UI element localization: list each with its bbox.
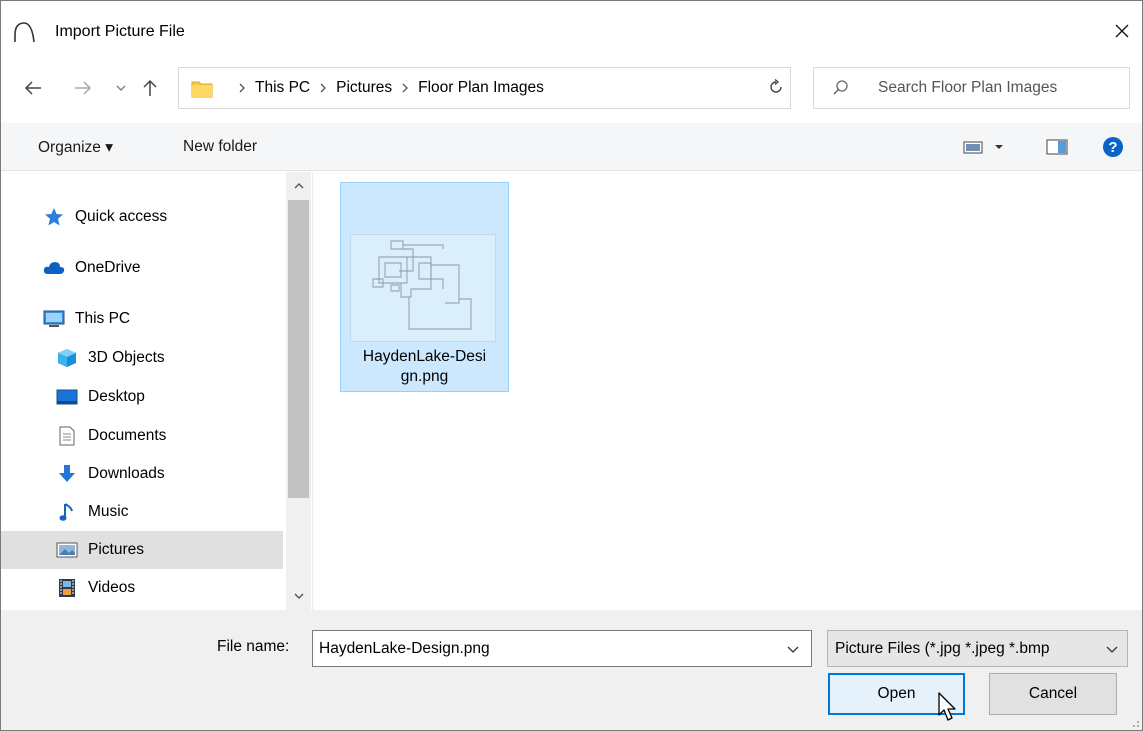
recent-locations-button[interactable] — [109, 75, 133, 101]
close-button[interactable] — [1102, 11, 1142, 51]
arrow-left-icon — [24, 81, 41, 95]
arc-icon — [14, 22, 35, 43]
scrollbar-thumb[interactable] — [288, 200, 309, 498]
mouse-pointer-icon — [938, 692, 956, 721]
breadcrumb-floor-plan-images[interactable]: Floor Plan Images — [418, 79, 544, 97]
chevron-down-icon — [116, 85, 126, 91]
sidebar-item-label: Desktop — [88, 388, 145, 405]
file-type-value: Picture Files (*.jpg *.jpeg *.bmp — [835, 640, 1050, 657]
sidebar-item-label: Downloads — [88, 465, 165, 482]
file-name-label: HaydenLake-Desi gn.png — [341, 347, 508, 387]
music-note-icon — [56, 502, 78, 522]
download-icon — [56, 464, 78, 484]
sidebar-item-onedrive[interactable]: OneDrive — [1, 249, 283, 287]
chevron-down-icon — [787, 646, 799, 653]
address-row: This PC Pictures Floor Plan Images Searc… — [1, 61, 1142, 116]
navigation-pane: Quick access OneDrive This PC 3D Objects… — [1, 172, 313, 610]
file-type-select[interactable]: Picture Files (*.jpg *.jpeg *.bmp — [827, 630, 1128, 667]
preview-pane-button[interactable] — [1043, 135, 1071, 159]
breadcrumb-this-pc[interactable]: This PC — [255, 79, 310, 97]
chevron-down-icon — [294, 593, 303, 599]
floor-plan-thumbnail — [350, 234, 496, 342]
import-picture-dialog: Import Picture File This PC Pictures Flo… — [0, 0, 1143, 731]
view-options-button[interactable] — [961, 135, 1011, 159]
file-type-dropdown-button[interactable] — [1097, 631, 1127, 666]
chevron-up-icon — [294, 183, 303, 189]
file-name-line: gn.png — [400, 368, 449, 385]
refresh-icon — [770, 79, 782, 93]
scroll-down-button[interactable] — [286, 586, 311, 606]
search-icon — [833, 80, 848, 95]
file-name-dropdown-button[interactable] — [775, 631, 811, 666]
sidebar-item-3d-objects[interactable]: 3D Objects — [1, 339, 283, 377]
sidebar-item-documents[interactable]: Documents — [1, 417, 283, 455]
sidebar-item-music[interactable]: Music — [1, 493, 283, 531]
file-name-line: HaydenLake-Desi — [362, 348, 487, 365]
file-name-field[interactable] — [319, 631, 769, 666]
dialog-footer: File name: Picture Files (*.jpg *.jpeg *… — [1, 610, 1142, 730]
sidebar-item-videos[interactable]: Videos — [1, 569, 283, 607]
help-button[interactable]: ? — [1101, 135, 1125, 159]
film-icon — [56, 578, 78, 598]
sidebar-item-downloads[interactable]: Downloads — [1, 455, 283, 493]
folder-icon — [191, 81, 213, 98]
cancel-button[interactable]: Cancel — [989, 673, 1117, 715]
dialog-title: Import Picture File — [55, 23, 185, 40]
arrow-right-icon — [75, 81, 92, 95]
preview-pane-icon — [1046, 139, 1068, 155]
new-folder-button[interactable]: New folder — [183, 123, 257, 171]
chevron-right-icon — [392, 83, 418, 93]
close-icon — [1115, 24, 1129, 38]
file-list: HaydenLake-Desi gn.png — [314, 172, 1142, 610]
cube-icon — [56, 348, 78, 368]
sidebar-item-label: This PC — [75, 310, 131, 327]
sidebar-item-label: Music — [88, 503, 129, 520]
breadcrumb: This PC Pictures Floor Plan Images — [229, 68, 544, 108]
pictures-icon — [56, 540, 78, 560]
sidebar-item-pictures[interactable]: Pictures — [1, 531, 283, 569]
file-item[interactable]: HaydenLake-Desi gn.png — [340, 182, 509, 392]
sidebar-item-desktop[interactable]: Desktop — [1, 378, 283, 416]
document-icon — [56, 426, 78, 446]
sidebar-item-quick-access[interactable]: Quick access — [1, 198, 283, 236]
chevron-down-icon — [1106, 646, 1118, 653]
sidebar-item-label: 3D Objects — [88, 349, 165, 366]
chevron-right-icon — [229, 83, 255, 93]
navigation-scrollbar[interactable] — [286, 172, 311, 610]
computer-icon — [43, 309, 65, 329]
address-bar[interactable]: This PC Pictures Floor Plan Images — [178, 67, 902, 109]
scroll-up-button[interactable] — [286, 176, 311, 196]
search-box[interactable]: Search Floor Plan Images — [813, 67, 1130, 109]
breadcrumb-pictures[interactable]: Pictures — [336, 79, 392, 97]
organize-button[interactable]: Organize ▾ — [38, 123, 113, 171]
cloud-icon — [43, 258, 65, 278]
command-toolbar: Organize ▾ New folder ? — [1, 123, 1142, 171]
arrow-up-icon — [143, 79, 157, 96]
up-button[interactable] — [138, 75, 162, 101]
sidebar-item-label: Quick access — [75, 208, 168, 225]
forward-button[interactable] — [71, 75, 95, 101]
sidebar-item-label: Pictures — [88, 541, 144, 558]
desktop-icon — [56, 387, 78, 407]
sidebar-item-label: Documents — [88, 427, 167, 444]
svg-text:?: ? — [1108, 139, 1117, 156]
help-icon: ? — [1103, 137, 1123, 157]
floor-plan-image — [372, 240, 472, 330]
chevron-right-icon — [310, 83, 336, 93]
title-bar: Import Picture File — [1, 1, 1142, 61]
back-button[interactable] — [21, 75, 45, 101]
sidebar-item-label: OneDrive — [75, 259, 141, 276]
sidebar-item-this-pc[interactable]: This PC — [1, 300, 283, 338]
file-name-combobox[interactable] — [312, 630, 812, 667]
file-name-field-label: File name: — [217, 638, 290, 655]
star-icon — [43, 207, 65, 227]
search-placeholder: Search Floor Plan Images — [878, 79, 1058, 96]
sidebar-item-label: Videos — [88, 579, 136, 596]
resize-grip-icon[interactable] — [1128, 716, 1140, 728]
refresh-button[interactable] — [756, 67, 796, 107]
view-options-icon — [963, 141, 1003, 154]
